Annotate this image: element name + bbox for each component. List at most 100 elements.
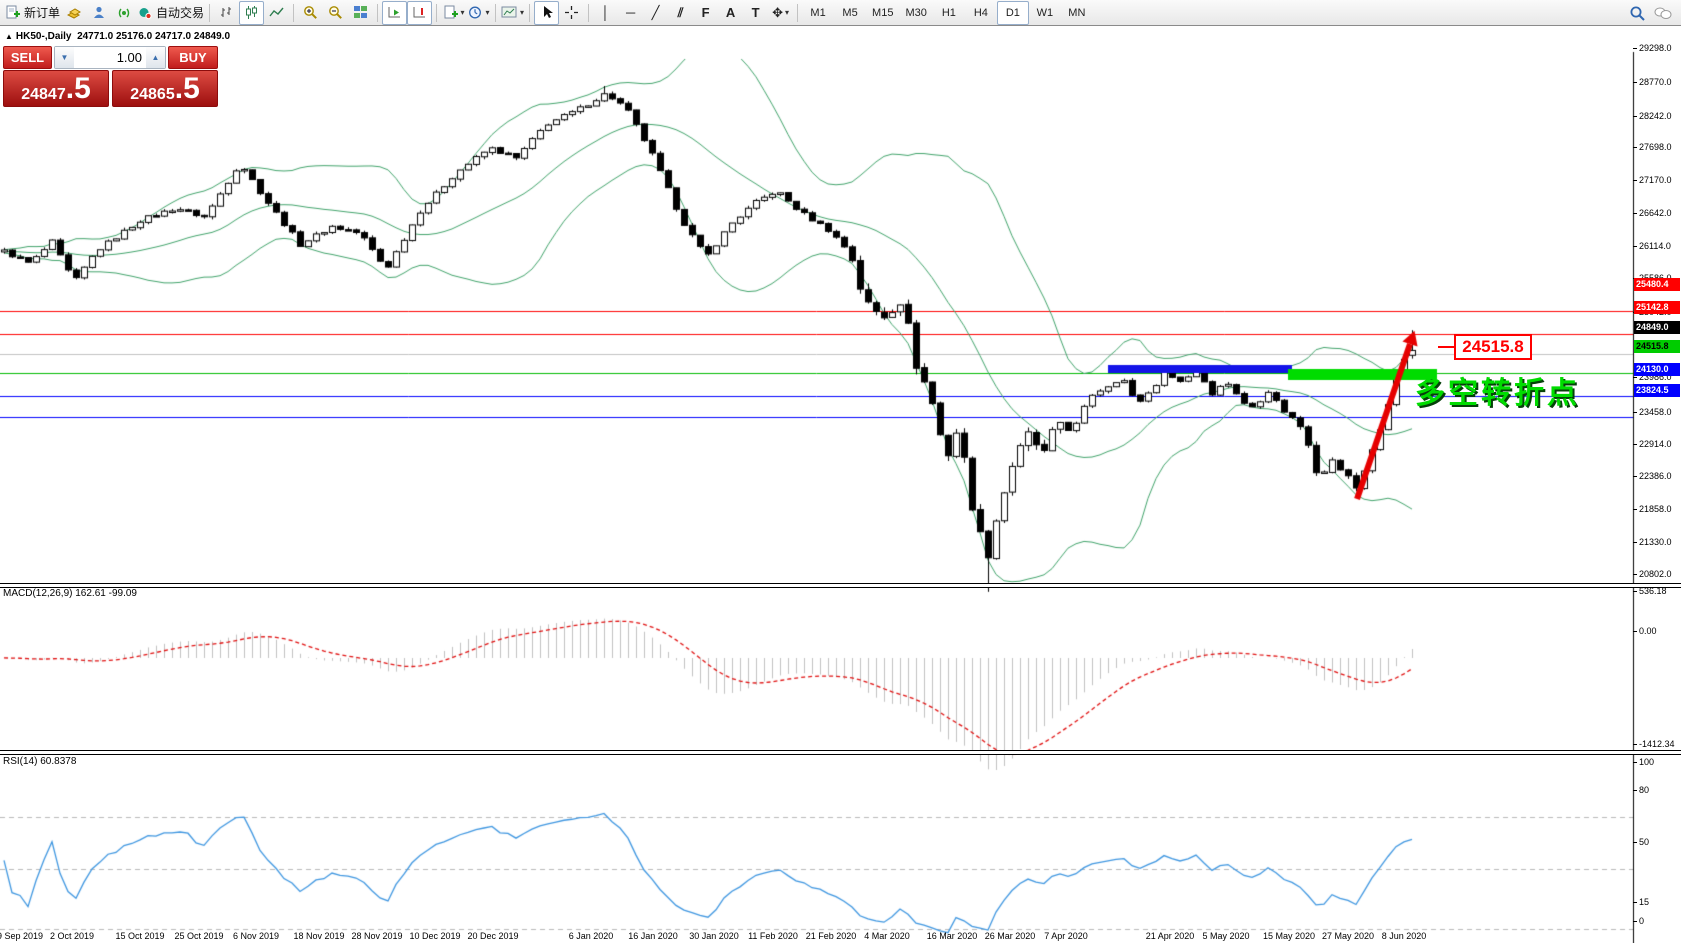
arrows-icon: ✥ — [772, 4, 783, 20]
price-callout[interactable]: 24515.8 — [1454, 334, 1532, 360]
market-watch-button[interactable] — [86, 1, 111, 25]
volume-increase-button[interactable]: ▲ — [146, 47, 165, 68]
timeframe-m15-button[interactable]: M15 — [866, 1, 899, 25]
price-level-label: 24849.0 — [1634, 321, 1680, 334]
new-chart-icon — [444, 5, 458, 19]
axis-tick-label: 28242.0 — [1633, 111, 1672, 121]
timeframe-m5-button[interactable]: M5 — [834, 1, 866, 25]
date-axis-label: 16 Mar 2020 — [926, 931, 978, 941]
timeframe-m30-button[interactable]: M30 — [899, 1, 932, 25]
price-level-label: 24515.8 — [1634, 340, 1680, 353]
tile-windows-button[interactable] — [348, 1, 373, 25]
axis-tick-label: 22914.0 — [1633, 439, 1672, 449]
symbol-period-label: HK50-,Daily — [15, 31, 72, 42]
vertical-line-button[interactable]: │ — [593, 1, 618, 25]
templates-button[interactable]: ▾ — [500, 1, 525, 25]
date-axis-label: 16 Jan 2020 — [628, 931, 678, 941]
callout-connector-line — [1438, 346, 1454, 348]
buy-button[interactable]: BUY — [168, 46, 218, 69]
new-order-button[interactable]: 新订单 — [4, 1, 61, 25]
chinese-annotation[interactable]: 多空转折点 — [1415, 368, 1580, 412]
toolbar-separator — [293, 3, 295, 22]
chevron-down-icon: ▾ — [784, 8, 789, 17]
timeframe-m1-button[interactable]: M1 — [802, 1, 834, 25]
trendline-button[interactable]: ╱ — [643, 1, 668, 25]
axis-tick-label: -1412.34 — [1633, 739, 1675, 749]
sell-button[interactable]: SELL — [3, 46, 52, 69]
chat-button[interactable] — [1650, 1, 1675, 25]
axis-tick-label: 21330.0 — [1633, 537, 1672, 547]
chat-bubbles-icon — [1654, 7, 1671, 19]
axis-tick-label: 100 — [1632, 757, 1655, 767]
buy-price-main: 24865 — [130, 86, 175, 103]
signal-icon — [118, 8, 129, 18]
sell-price-display[interactable]: 24847.5 — [3, 70, 109, 107]
mt4-window: 新订单 自动交易 ▾ ▾ ▾ │ ─ ╱ ⫽ F A T ✥ ▾ M1 M5 M… — [0, 0, 1681, 943]
date-axis-label: 15 Oct 2019 — [115, 931, 165, 941]
date-axis-label: 26 Mar 2020 — [984, 931, 1036, 941]
axis-tick-label: 50 — [1632, 837, 1650, 847]
toolbar: 新订单 自动交易 ▾ ▾ ▾ │ ─ ╱ ⫽ F A T ✥ ▾ M1 M5 M… — [0, 0, 1681, 26]
channel-button[interactable]: ⫽ — [668, 1, 693, 25]
timeframe-d1-button[interactable]: D1 — [996, 0, 1029, 25]
date-axis-label: 11 Feb 2020 — [748, 931, 798, 941]
sell-price-main: 24847 — [21, 86, 66, 103]
axis-tick-label: 27170.0 — [1633, 175, 1672, 185]
bar-chart-button[interactable] — [214, 1, 239, 25]
line-chart-button[interactable] — [264, 1, 289, 25]
pane-splitter[interactable] — [0, 583, 1681, 588]
search-button[interactable] — [1625, 1, 1650, 25]
auto-trading-button[interactable]: 自动交易 — [136, 1, 205, 25]
text-button[interactable]: A — [718, 1, 743, 25]
volume-decrease-button[interactable]: ▼ — [55, 47, 74, 68]
date-axis-label: 4 Mar 2020 — [864, 931, 910, 941]
axis-tick-label: 15 — [1632, 897, 1650, 907]
timeframe-w1-button[interactable]: W1 — [1029, 1, 1061, 25]
new-chart-button[interactable]: ▾ — [441, 1, 466, 25]
date-axis-label: 9 Sep 2019 — [0, 931, 44, 941]
charts-button[interactable] — [61, 1, 86, 25]
price-chart-canvas[interactable] — [0, 0, 1681, 943]
zoom-in-icon — [303, 6, 317, 19]
chart-shift-icon — [413, 7, 426, 18]
signals-button[interactable] — [111, 1, 136, 25]
date-axis-label: 20 Dec 2019 — [467, 931, 519, 941]
fibonacci-button[interactable]: F — [693, 1, 718, 25]
crosshair-button[interactable] — [559, 1, 584, 25]
template-chart-icon — [501, 6, 517, 18]
toolbar-separator — [436, 3, 438, 22]
axis-tick-label: 27698.0 — [1633, 142, 1672, 152]
zoom-in-button[interactable] — [298, 1, 323, 25]
volume-input[interactable]: 1.00 — [74, 47, 146, 68]
date-axis-label: 21 Feb 2020 — [805, 931, 857, 941]
line-chart-icon — [269, 7, 284, 17]
new-order-icon — [6, 5, 20, 19]
profiles-button[interactable]: ▾ — [466, 1, 491, 25]
low-value: 24717.0 — [154, 31, 192, 42]
timeframe-h1-button[interactable]: H1 — [933, 1, 965, 25]
close-value: 24849.0 — [193, 31, 231, 42]
tile-windows-icon — [354, 6, 368, 18]
chart-shift-button[interactable] — [407, 0, 433, 25]
chevron-down-icon: ▾ — [520, 8, 525, 17]
macd-label: MACD(12,26,9) 162.61 -99.09 — [3, 588, 137, 599]
chart-window: ▲ HK50-,Daily 24771.0 25176.0 24717.0 248… — [0, 0, 1681, 943]
auto-scroll-button[interactable] — [382, 0, 408, 25]
price-level-label: 25142.8 — [1634, 301, 1680, 314]
auto-trading-label: 自动交易 — [156, 6, 205, 20]
toolbar-separator — [529, 3, 531, 22]
timeframe-mn-button[interactable]: MN — [1061, 1, 1093, 25]
horizontal-line-button[interactable]: ─ — [618, 1, 643, 25]
buy-price-display[interactable]: 24865.5 — [112, 70, 218, 107]
arrows-button[interactable]: ✥ ▾ — [768, 1, 793, 25]
text-label-button[interactable]: T — [743, 1, 768, 25]
candlestick-chart-button[interactable] — [239, 0, 265, 25]
timeframe-h4-button[interactable]: H4 — [965, 1, 997, 25]
cursor-button[interactable] — [534, 0, 560, 25]
price-level-label: 23824.5 — [1634, 384, 1680, 397]
zoom-out-button[interactable] — [323, 1, 348, 25]
date-axis-label: 27 May 2020 — [1321, 931, 1375, 941]
collapse-panel-icon[interactable]: ▲ — [5, 32, 13, 41]
buy-price-frac: .5 — [174, 72, 200, 105]
pane-splitter[interactable] — [0, 750, 1681, 755]
